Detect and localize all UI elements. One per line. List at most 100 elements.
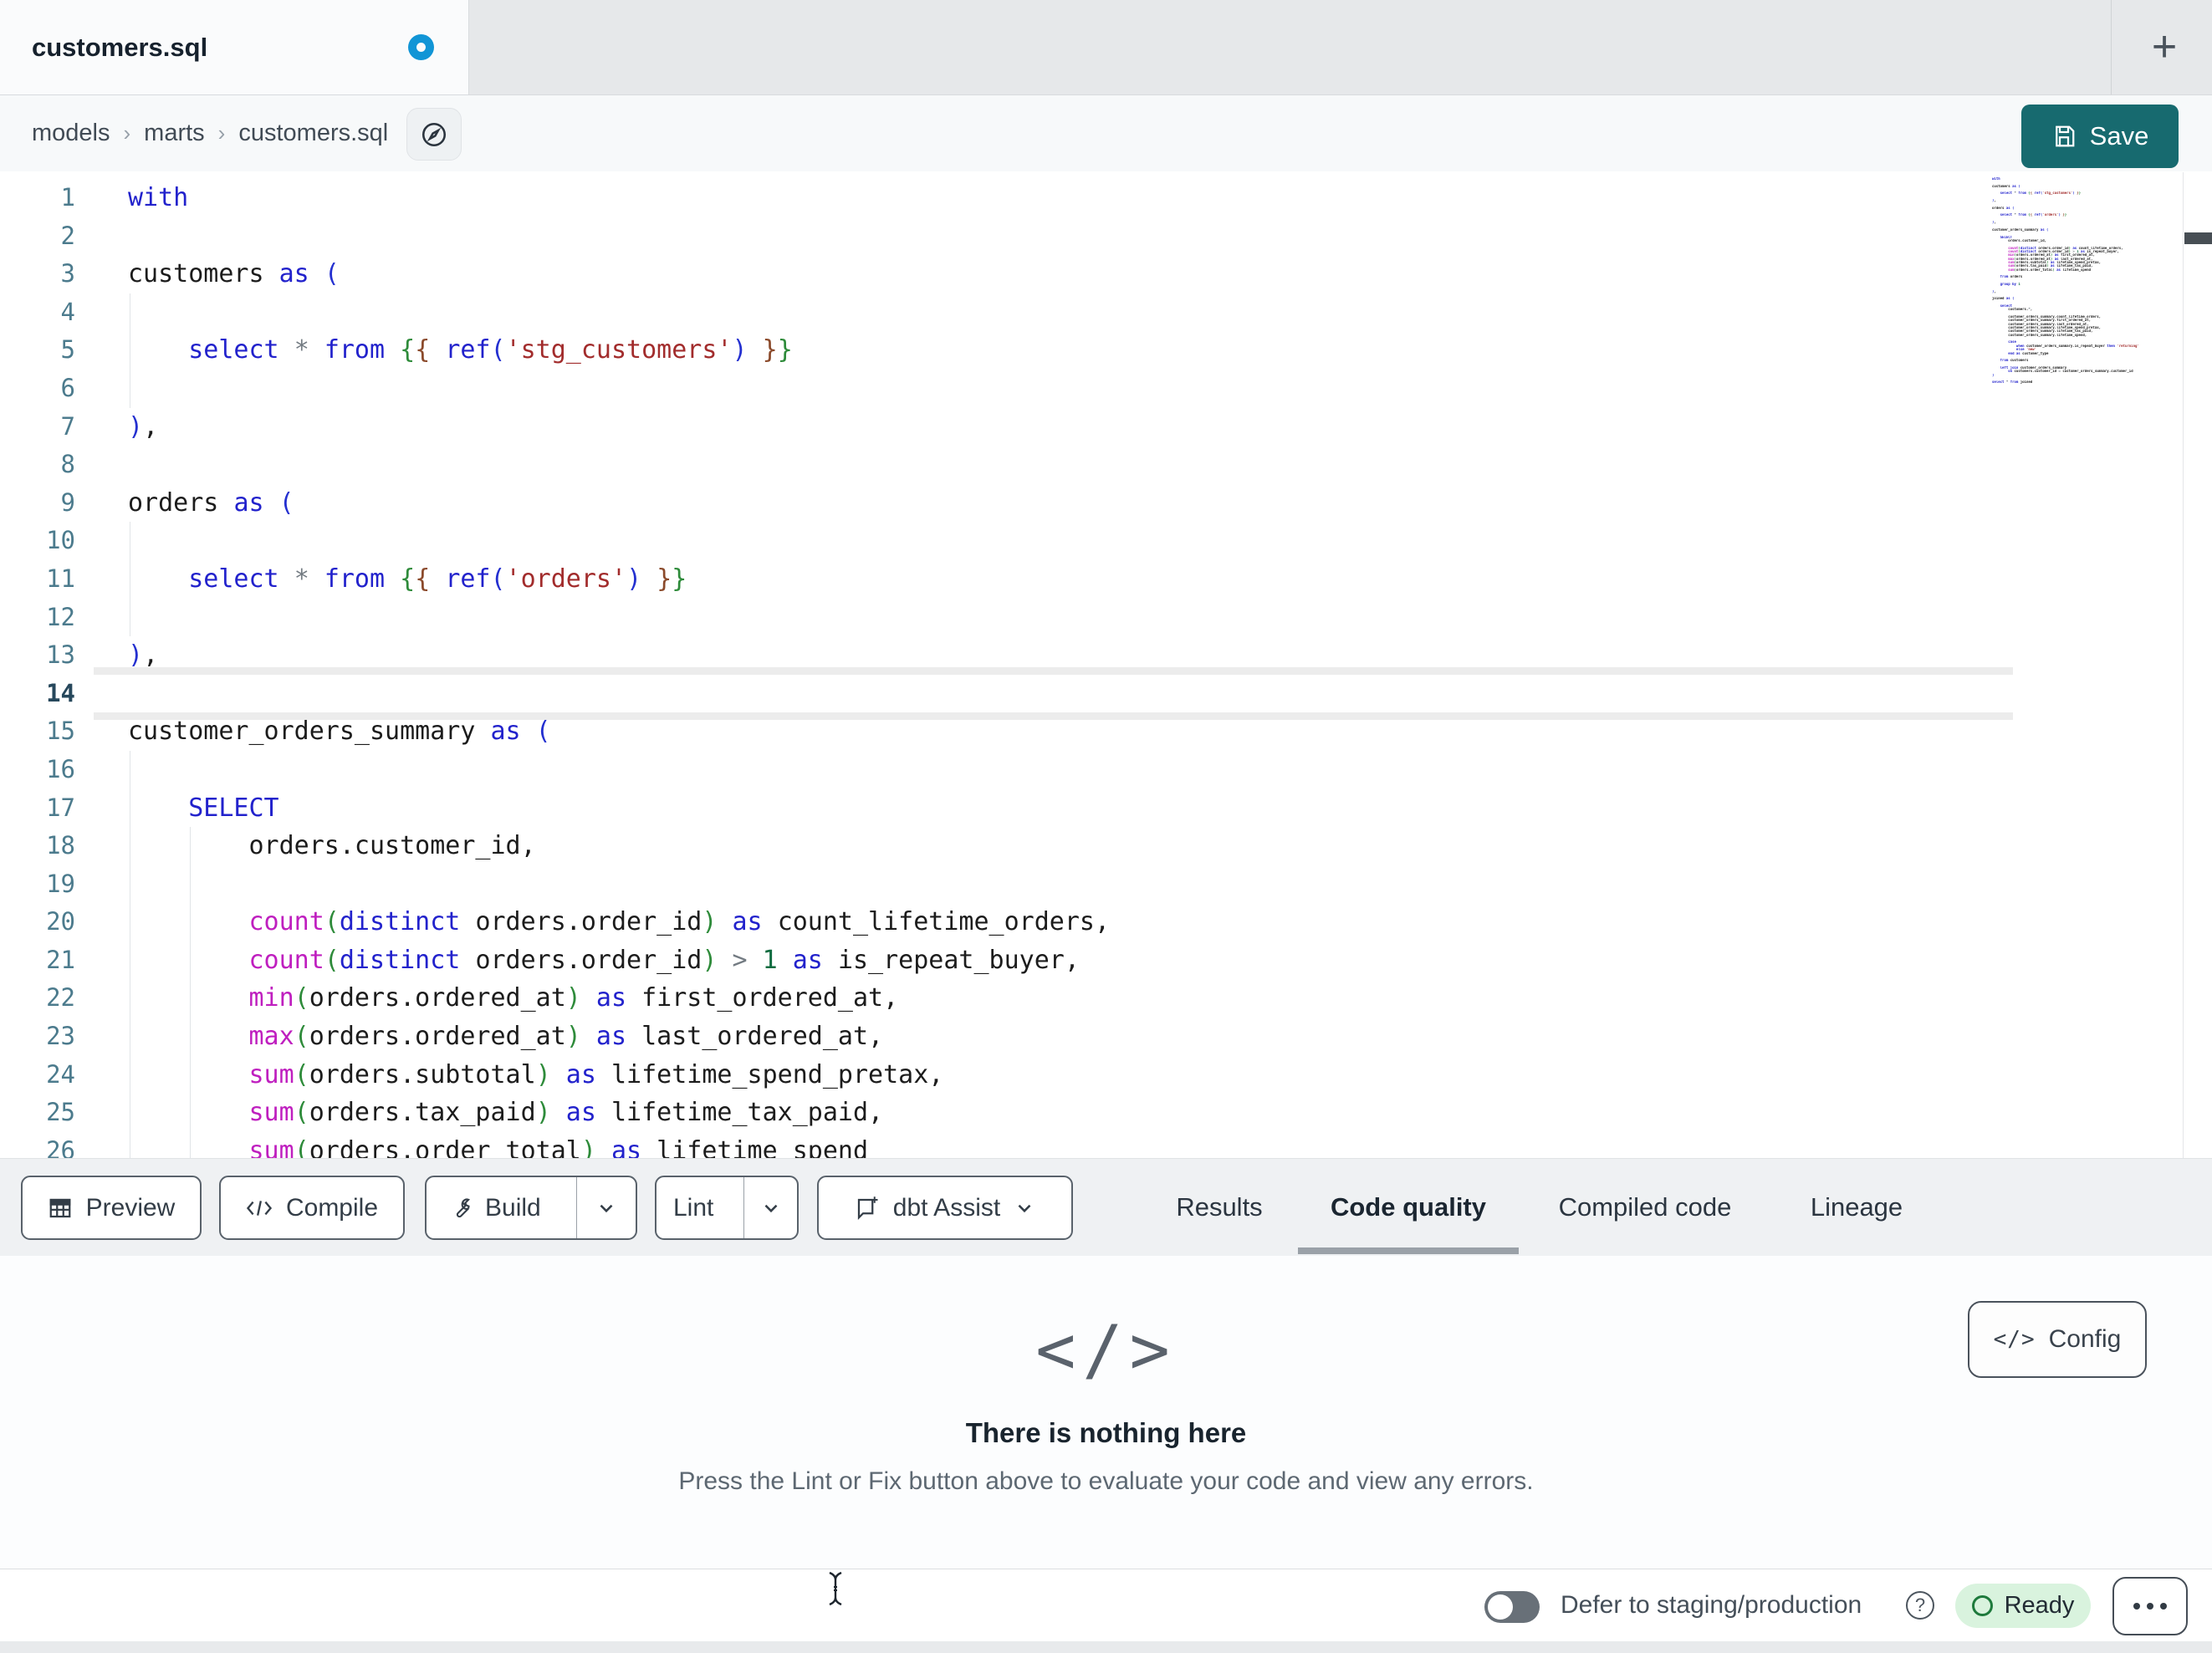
code-line[interactable]: 23 max(orders.ordered_at) as last_ordere…: [0, 1018, 1986, 1056]
ready-label: Ready: [2004, 1592, 2075, 1619]
code-line[interactable]: 18 orders.customer_id,: [0, 827, 1986, 865]
line-number: 10: [46, 526, 75, 555]
wrench-icon: [448, 1196, 472, 1220]
scrollbar-thumb[interactable]: [2184, 232, 2212, 244]
code-text: count(distinct orders.order_id) as count…: [248, 907, 1111, 937]
dbt-ide-window: customers.sql + models › marts › custome…: [0, 0, 2212, 1653]
line-number: 7: [60, 411, 75, 441]
tab-customers-sql[interactable]: customers.sql: [0, 0, 469, 94]
code-text: count(distinct orders.order_id) > 1 as i…: [248, 945, 1080, 975]
code-line[interactable]: 22 min(orders.ordered_at) as first_order…: [0, 979, 1986, 1018]
editor-toolbar: Preview Compile Build Lint dbt Assist Re…: [0, 1158, 2212, 1257]
code-editor[interactable]: 1 with 2 3 customers as ( 4 5 select * from {{…: [0, 172, 2212, 1158]
code-line[interactable]: 7),: [0, 408, 1986, 446]
explore-lineage-button[interactable]: [406, 108, 462, 161]
empty-state-description: Press the Lint or Fix button above to ev…: [678, 1467, 1534, 1495]
line-number: 25: [46, 1098, 75, 1127]
breadcrumb-item-models: models: [32, 120, 110, 146]
status-bar: Defer to staging/production ? Ready: [0, 1569, 2212, 1641]
mouse-cursor-ibeam: [825, 1570, 846, 1607]
code-text: SELECT: [188, 793, 279, 823]
breadcrumb: models › marts › customers.sql: [32, 95, 388, 171]
code-line[interactable]: 24 sum(orders.subtotal) as lifetime_spen…: [0, 1055, 1986, 1094]
compile-button[interactable]: Compile: [219, 1176, 405, 1240]
breadcrumb-item-file: customers.sql: [238, 120, 389, 146]
code-line[interactable]: 10: [0, 522, 1986, 560]
code-line[interactable]: 19: [0, 865, 1986, 904]
chevron-down-icon: [1018, 1204, 1031, 1212]
preview-button[interactable]: Preview: [21, 1176, 202, 1240]
code-line[interactable]: 20 count(distinct orders.order_id) as co…: [0, 903, 1986, 941]
defer-toggle[interactable]: [1484, 1591, 1540, 1623]
code-line[interactable]: 17 SELECT: [0, 788, 1986, 828]
code-line[interactable]: 26 sum(orders.order_total) as lifetime_s…: [0, 1131, 1986, 1158]
minimap-line: select * from joined: [1992, 380, 2033, 385]
code-line[interactable]: 9 orders as (: [0, 484, 1986, 523]
compile-label: Compile: [285, 1193, 379, 1222]
chevron-down-icon: [764, 1204, 778, 1212]
build-dropdown-button[interactable]: [575, 1177, 636, 1238]
lint-button[interactable]: Lint: [656, 1177, 730, 1238]
save-button[interactable]: Save: [2021, 105, 2179, 168]
line-number: 15: [46, 717, 75, 746]
code-text: max(orders.ordered_at) as last_ordered_a…: [248, 1022, 884, 1052]
tab-title: customers.sql: [32, 33, 208, 62]
line-number: 21: [46, 945, 75, 974]
build-split-button: Build: [425, 1176, 637, 1240]
line-number: 4: [60, 297, 75, 326]
line-number: 17: [46, 793, 75, 822]
code-line[interactable]: 15 customer_orders_summary as (: [0, 712, 1986, 751]
code-line[interactable]: 4: [0, 293, 1986, 332]
code-line[interactable]: 14: [0, 666, 2013, 720]
code-line[interactable]: 12: [0, 598, 1986, 637]
config-button[interactable]: </> Config: [1968, 1301, 2147, 1378]
more-options-button[interactable]: [2112, 1577, 2188, 1635]
code-text: select * from {{ ref('orders') }}: [188, 564, 687, 594]
code-line[interactable]: 3 customers as (: [0, 255, 1986, 293]
save-label: Save: [2089, 121, 2149, 151]
tab-results[interactable]: Results: [1146, 1159, 1293, 1256]
editor-minimap[interactable]: with customers as ( select * from {{ ref(…: [1992, 177, 2181, 385]
config-label: Config: [2048, 1325, 2122, 1353]
dbt-assist-button[interactable]: dbt Assist: [817, 1176, 1073, 1240]
line-number: 12: [46, 602, 75, 631]
code-lines[interactable]: 1 with 2 3 customers as ( 4 5 select * from {{…: [0, 179, 2013, 1158]
help-icon[interactable]: ?: [1906, 1591, 1934, 1620]
code-line[interactable]: 16: [0, 750, 1986, 789]
tab-compiled-code[interactable]: Compiled code: [1524, 1159, 1766, 1256]
code-line[interactable]: 11 select * from {{ ref('orders') }}: [0, 559, 1986, 599]
code-text: with: [128, 183, 189, 212]
code-icon: </>: [1993, 1327, 2036, 1352]
save-icon: [2051, 124, 2077, 149]
code-text: sum(orders.order_total) as lifetime_spen…: [248, 1135, 869, 1158]
assist-label: dbt Assist: [892, 1193, 1001, 1222]
code-line[interactable]: 8: [0, 446, 1986, 484]
build-label: Build: [485, 1193, 541, 1222]
lint-split-button: Lint: [655, 1176, 799, 1240]
line-number: 16: [46, 754, 75, 783]
compass-icon: [420, 120, 448, 149]
line-number: 26: [46, 1135, 75, 1158]
code-icon: [246, 1197, 273, 1219]
code-line[interactable]: 21 count(distinct orders.order_id) > 1 a…: [0, 941, 1986, 980]
empty-state-title: There is nothing here: [965, 1417, 1247, 1448]
dot-icon: [2147, 1603, 2153, 1610]
new-tab-button[interactable]: +: [2138, 20, 2191, 74]
code-line[interactable]: 5 select * from {{ ref('stg_customers') …: [0, 331, 1986, 370]
assist-sparkle-chat-icon: [855, 1196, 880, 1221]
code-line[interactable]: 6: [0, 369, 1986, 408]
status-badge-ready[interactable]: Ready: [1955, 1584, 2091, 1628]
code-line[interactable]: 1 with: [0, 179, 1986, 217]
code-line[interactable]: 2: [0, 217, 1986, 256]
code-line[interactable]: 25 sum(orders.tax_paid) as lifetime_tax_…: [0, 1094, 1986, 1132]
tab-code-quality[interactable]: Code quality: [1293, 1159, 1524, 1256]
lint-dropdown-button[interactable]: [743, 1177, 797, 1238]
editor-tab-bar: customers.sql +: [0, 0, 2212, 95]
line-number: 11: [46, 564, 75, 593]
breadcrumb-item-marts: marts: [144, 120, 205, 146]
line-number: 20: [46, 907, 75, 936]
tab-lineage[interactable]: Lineage: [1766, 1159, 1947, 1256]
line-number: 8: [60, 450, 75, 479]
breadcrumb-row: models › marts › customers.sql Save: [0, 95, 2212, 171]
build-button[interactable]: Build: [427, 1177, 563, 1238]
